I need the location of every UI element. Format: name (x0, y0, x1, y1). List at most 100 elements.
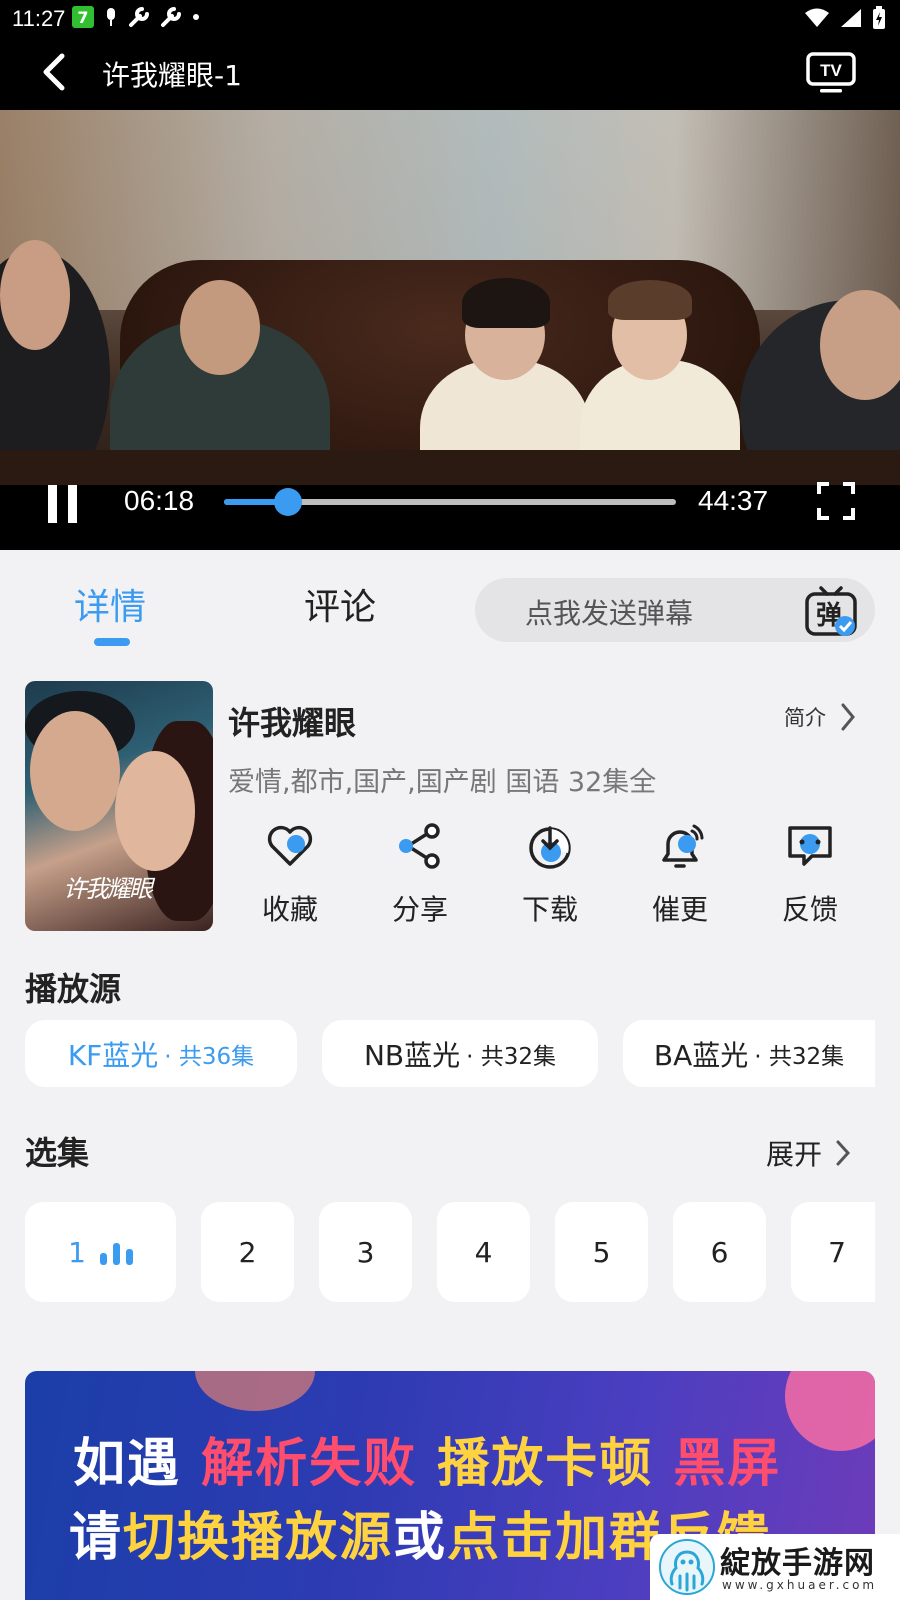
battery-icon (873, 6, 885, 29)
feedback-label: 反馈 (781, 893, 838, 926)
show-title: 许我耀眼 (228, 704, 357, 742)
remind-update-button[interactable]: 催更 (625, 820, 735, 928)
episode-item[interactable]: 4 (437, 1202, 530, 1302)
top-bar: 许我耀眼-1 TV (0, 36, 900, 110)
episode-item[interactable]: 3 (319, 1202, 412, 1302)
share-icon (399, 823, 440, 869)
feedback-button[interactable]: 反馈 (755, 820, 865, 928)
episode-number: 4 (474, 1235, 493, 1269)
video-person-right-head (820, 290, 900, 400)
source-count: · 共32集 (754, 1043, 845, 1070)
source-kf[interactable]: KF蓝光 · 共36集 (25, 1020, 297, 1087)
episode-item[interactable]: 7 (791, 1202, 875, 1302)
expand-label: 展开 (766, 1138, 823, 1171)
fullscreen-icon[interactable] (816, 481, 856, 521)
seek-handle[interactable] (273, 488, 302, 516)
banner-line-1: 如遇 解析失败 播放卡顿 黑屏 (73, 1421, 781, 1496)
watermark-url: www.gxhuaer.com (722, 1578, 878, 1592)
heart-icon (267, 825, 313, 866)
source-nb[interactable]: NB蓝光 · 共32集 (322, 1020, 598, 1087)
share-button[interactable]: 分享 (365, 820, 475, 928)
source-name: KF蓝光 (67, 1038, 159, 1072)
watermark-text: 綻放手游网 (720, 1546, 875, 1581)
danmu-toggle-icon[interactable]: 弹 (803, 582, 859, 638)
danmu-input[interactable]: 点我发送弹幕 弹 (475, 578, 875, 642)
pause-bar (68, 485, 77, 523)
banner-text: 如遇 (73, 1434, 182, 1494)
chevron-right-icon (836, 1140, 851, 1166)
episode-item[interactable]: 6 (673, 1202, 766, 1302)
banner-text: 切换播放源 (123, 1508, 394, 1568)
show-poster[interactable]: 许我耀眼 (25, 681, 213, 931)
signal-icon (841, 9, 861, 27)
tv-icon-label: TV (820, 61, 842, 80)
silent-icon (107, 8, 115, 26)
tab-details[interactable]: 详情 (74, 578, 146, 630)
download-label: 下载 (521, 893, 578, 926)
source-name: NB蓝光 (363, 1038, 461, 1072)
banner-text: 或 (393, 1508, 448, 1568)
banner-text: 黑屏 (673, 1434, 782, 1494)
intro-link[interactable]: 简介 (784, 702, 856, 732)
episodes-title: 选集 (25, 1134, 90, 1172)
now-playing-icon (99, 1239, 133, 1265)
pause-bar (48, 485, 57, 523)
favorite-label: 收藏 (261, 893, 318, 926)
page-title: 许我耀眼-1 (102, 59, 242, 92)
sources-title: 播放源 (25, 970, 122, 1008)
seek-bar[interactable] (224, 488, 676, 516)
episode-item[interactable]: 5 (555, 1202, 648, 1302)
episode-number: 7 (828, 1235, 846, 1269)
video-person-left-head (0, 240, 70, 350)
episode-number: 1 (68, 1235, 86, 1269)
pause-button[interactable] (44, 485, 80, 523)
site-watermark: 綻放手游网 www.gxhuaer.com (650, 1534, 900, 1600)
feedback-icon (788, 826, 832, 866)
episode-number: 6 (710, 1235, 729, 1269)
duration: 44:37 (698, 485, 769, 516)
episode-number: 2 (238, 1235, 257, 1269)
poster-face-right (115, 751, 195, 871)
status-system-icons (804, 6, 886, 30)
status-bar: 11:27 7 (0, 0, 900, 36)
status-notification-icons: 7 (72, 6, 200, 28)
download-button[interactable]: 下载 (495, 820, 605, 928)
source-count: · 共32集 (466, 1043, 557, 1070)
video-woman-hair (462, 278, 550, 328)
video-man-head (180, 280, 260, 375)
source-ba[interactable]: BA蓝光 · 共32集 (623, 1020, 875, 1087)
video-frame[interactable] (0, 110, 900, 485)
tab-comments[interactable]: 评论 (304, 578, 376, 630)
tab-active-indicator (94, 638, 130, 646)
share-label: 分享 (391, 893, 448, 926)
favorite-button[interactable]: 收藏 (235, 820, 345, 928)
watermark-logo-icon (659, 1539, 715, 1595)
source-count: · 共36集 (164, 1043, 255, 1070)
source-name: BA蓝光 (653, 1038, 749, 1072)
banner-decoration (785, 1371, 875, 1451)
app-7-icon: 7 (72, 6, 94, 28)
bell-icon (662, 824, 704, 868)
poster-face-left (30, 711, 120, 831)
expand-episodes-button[interactable]: 展开 (766, 1133, 851, 1173)
episode-item[interactable]: 1 (25, 1202, 176, 1302)
show-meta: 爱情,都市,国产,国产剧 国语 32集全 (228, 767, 657, 798)
chevron-right-icon (841, 703, 855, 731)
back-arrow-icon[interactable] (34, 50, 78, 94)
tab-bar: 详情 评论 点我发送弹幕 弹 (0, 550, 900, 660)
banner-decoration (195, 1371, 315, 1411)
banner-text: 请 (69, 1508, 124, 1568)
intro-label: 简介 (784, 706, 826, 730)
tv-cast-icon[interactable]: TV (806, 52, 856, 94)
wrench-icon (129, 7, 149, 27)
wrench-icon (161, 7, 181, 27)
danmu-placeholder: 点我发送弹幕 (525, 597, 694, 630)
episode-item[interactable]: 2 (201, 1202, 294, 1302)
banner-text: 播放卡顿 (437, 1434, 654, 1494)
status-time: 11:27 (12, 6, 66, 31)
current-time: 06:18 (124, 485, 195, 516)
video-table (0, 450, 900, 485)
dot-icon (193, 14, 199, 20)
episode-number: 3 (356, 1235, 375, 1269)
video-girl-hair (608, 280, 692, 320)
